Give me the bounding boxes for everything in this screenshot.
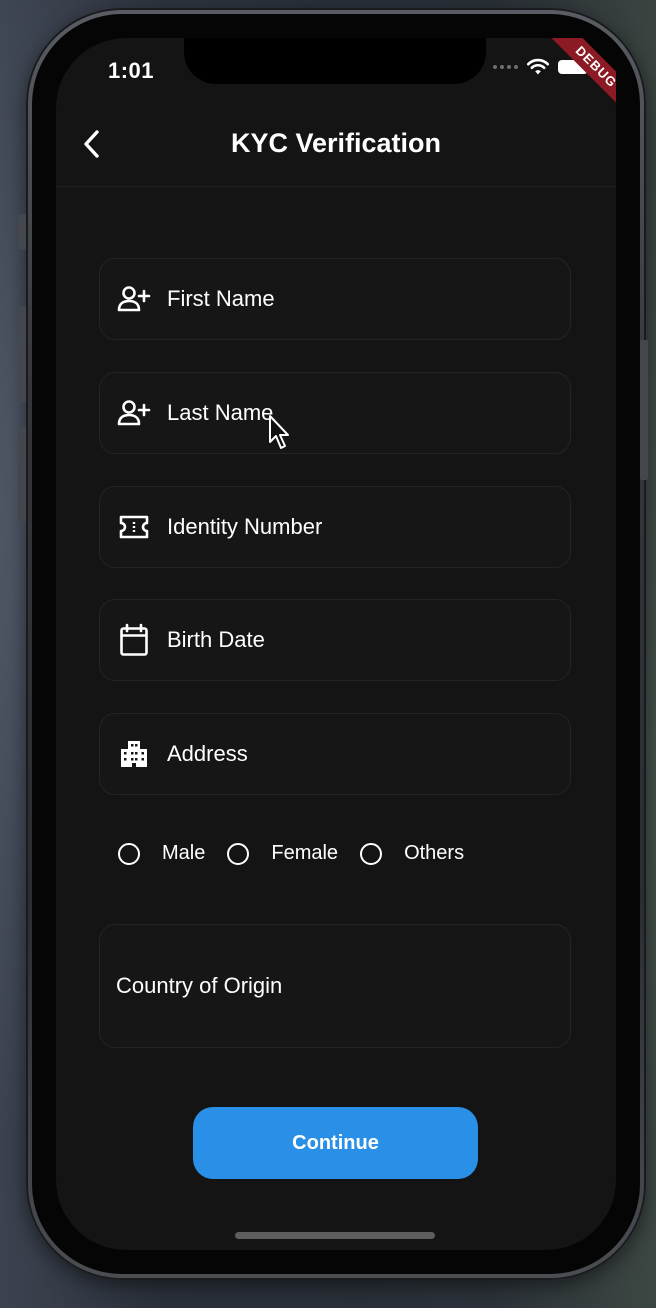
first-name-label: First Name <box>167 286 275 311</box>
radio-others-circle[interactable] <box>360 842 383 865</box>
power-button <box>640 340 648 480</box>
gender-radio-group: Male Female Others <box>118 842 486 865</box>
ticket-icon <box>116 509 152 545</box>
identity-number-label: Identity Number <box>167 514 323 539</box>
radio-female[interactable]: Female <box>227 842 338 865</box>
cellular-signal-icon <box>493 65 518 69</box>
app-bar: KYC Verification <box>56 100 616 187</box>
building-icon <box>116 736 152 772</box>
radio-others-label: Others <box>404 842 465 864</box>
notch <box>184 38 486 84</box>
person-add-icon <box>116 281 152 317</box>
mouse-cursor-icon <box>269 415 289 449</box>
continue-button[interactable]: Continue <box>193 1107 478 1179</box>
identity-number-field[interactable]: Identity Number <box>99 486 571 568</box>
last-name-label: Last Name <box>167 400 274 425</box>
country-of-origin-field[interactable]: Country of Origin <box>99 924 571 1048</box>
birth-date-field[interactable]: Birth Date <box>99 599 571 681</box>
page-title: KYC Verification <box>230 128 442 158</box>
radio-male-circle[interactable] <box>118 842 140 865</box>
radio-male-label: Male <box>162 842 206 864</box>
birth-date-label: Birth Date <box>167 627 265 652</box>
calendar-icon <box>116 622 152 658</box>
address-field[interactable]: Address <box>99 713 571 795</box>
status-time: 1:01 <box>108 58 155 83</box>
radio-female-label: Female <box>271 842 339 864</box>
radio-male[interactable]: Male <box>118 842 205 865</box>
volume-up-button <box>18 306 26 402</box>
last-name-field[interactable]: Last Name <box>99 372 571 454</box>
address-label: Address <box>167 741 248 766</box>
volume-down-button <box>18 426 26 522</box>
home-indicator <box>235 1232 435 1239</box>
country-of-origin-label: Country of Origin <box>116 973 283 998</box>
mute-switch <box>18 214 26 250</box>
person-add-icon <box>116 395 152 431</box>
radio-others[interactable]: Others <box>360 842 464 865</box>
radio-female-circle[interactable] <box>227 842 250 865</box>
first-name-field[interactable]: First Name <box>99 258 571 340</box>
